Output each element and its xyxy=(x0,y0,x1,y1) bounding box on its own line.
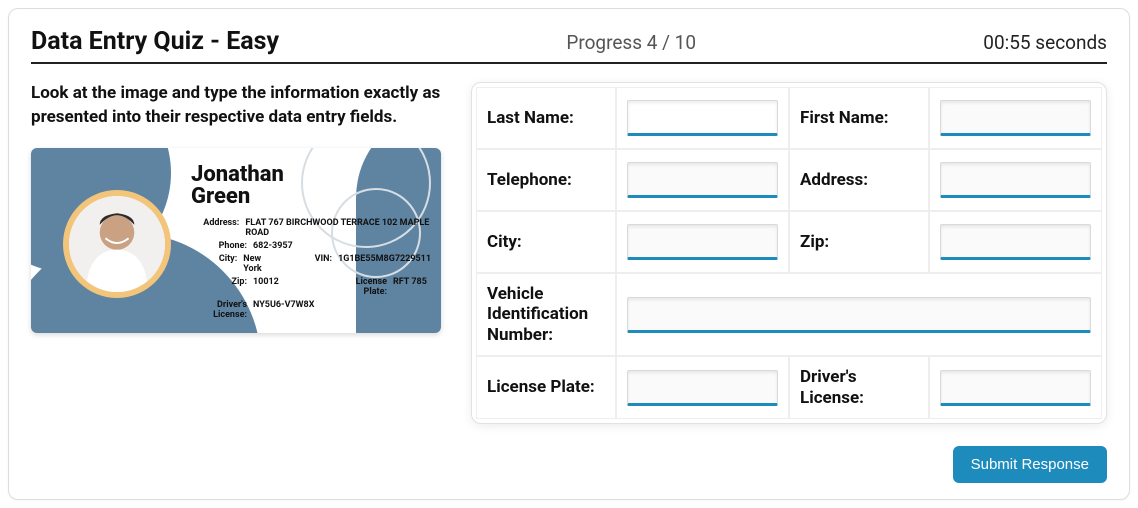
input-address[interactable] xyxy=(940,162,1091,198)
card-value-city: New York xyxy=(243,254,276,274)
label-drivers: Driver's License: xyxy=(800,367,918,408)
id-card-image: Jonathan Green Address: FLAT 767 BIRCHWO… xyxy=(31,148,441,333)
card-label-phone: Phone: xyxy=(181,241,253,251)
person-icon xyxy=(69,196,165,292)
input-zip[interactable] xyxy=(940,224,1091,260)
card-label-city: City: xyxy=(181,254,243,274)
input-telephone[interactable] xyxy=(627,162,778,198)
quiz-page: Data Entry Quiz - Easy Progress 4 / 10 0… xyxy=(8,8,1130,500)
card-label-address: Address: xyxy=(181,218,245,238)
label-first-name: First Name: xyxy=(800,108,889,128)
input-vin[interactable] xyxy=(627,297,1091,333)
card-label-drivers: Driver's License: xyxy=(181,300,253,320)
submit-button[interactable]: Submit Response xyxy=(953,446,1107,483)
footer-bar: Submit Response xyxy=(31,446,1107,483)
left-column: Look at the image and type the informati… xyxy=(31,82,451,424)
progress-indicator: Progress 4 / 10 xyxy=(279,31,983,54)
card-label-vin: VIN: xyxy=(276,254,338,274)
instruction-text: Look at the image and type the informati… xyxy=(31,82,451,130)
label-city: City: xyxy=(487,232,522,252)
input-city[interactable] xyxy=(627,224,778,260)
label-plate: License Plate: xyxy=(487,377,595,397)
card-label-plate: License Plate: xyxy=(331,277,393,297)
avatar xyxy=(69,196,165,292)
label-telephone: Telephone: xyxy=(487,170,572,190)
card-value-phone: 682-3957 xyxy=(253,241,293,251)
label-zip: Zip: xyxy=(800,232,829,252)
label-vin: Vehicle Identification Number: xyxy=(487,284,605,345)
input-plate[interactable] xyxy=(627,370,778,406)
card-last-name: Green xyxy=(191,186,284,208)
page-title: Data Entry Quiz - Easy xyxy=(31,27,279,56)
content-area: Look at the image and type the informati… xyxy=(31,82,1107,424)
card-first-name: Jonathan xyxy=(191,164,284,186)
card-label-zip: Zip: xyxy=(181,277,253,297)
input-first-name[interactable] xyxy=(940,100,1091,136)
form-grid: Last Name: First Name: Telephone: Addres… xyxy=(476,87,1102,419)
card-name: Jonathan Green xyxy=(191,164,284,208)
form-panel: Last Name: First Name: Telephone: Addres… xyxy=(471,82,1107,424)
timer-display: 00:55 seconds xyxy=(983,31,1107,54)
label-address: Address: xyxy=(800,170,868,190)
card-value-address: FLAT 767 BIRCHWOOD TERRACE 102 MAPLE ROA… xyxy=(245,218,431,238)
card-value-vin: 1G1BE55M8G7229511 xyxy=(338,254,431,274)
avatar-ring xyxy=(63,190,171,298)
card-value-drivers: NY5U6-V7W8X xyxy=(253,300,314,320)
card-details: Address: FLAT 767 BIRCHWOOD TERRACE 102 … xyxy=(181,218,431,323)
label-last-name: Last Name: xyxy=(487,108,574,128)
card-value-plate: RFT 785 xyxy=(393,277,427,297)
input-drivers[interactable] xyxy=(940,370,1091,406)
header-bar: Data Entry Quiz - Easy Progress 4 / 10 0… xyxy=(31,27,1107,64)
input-last-name[interactable] xyxy=(627,100,778,136)
card-value-zip: 10012 xyxy=(253,277,279,297)
